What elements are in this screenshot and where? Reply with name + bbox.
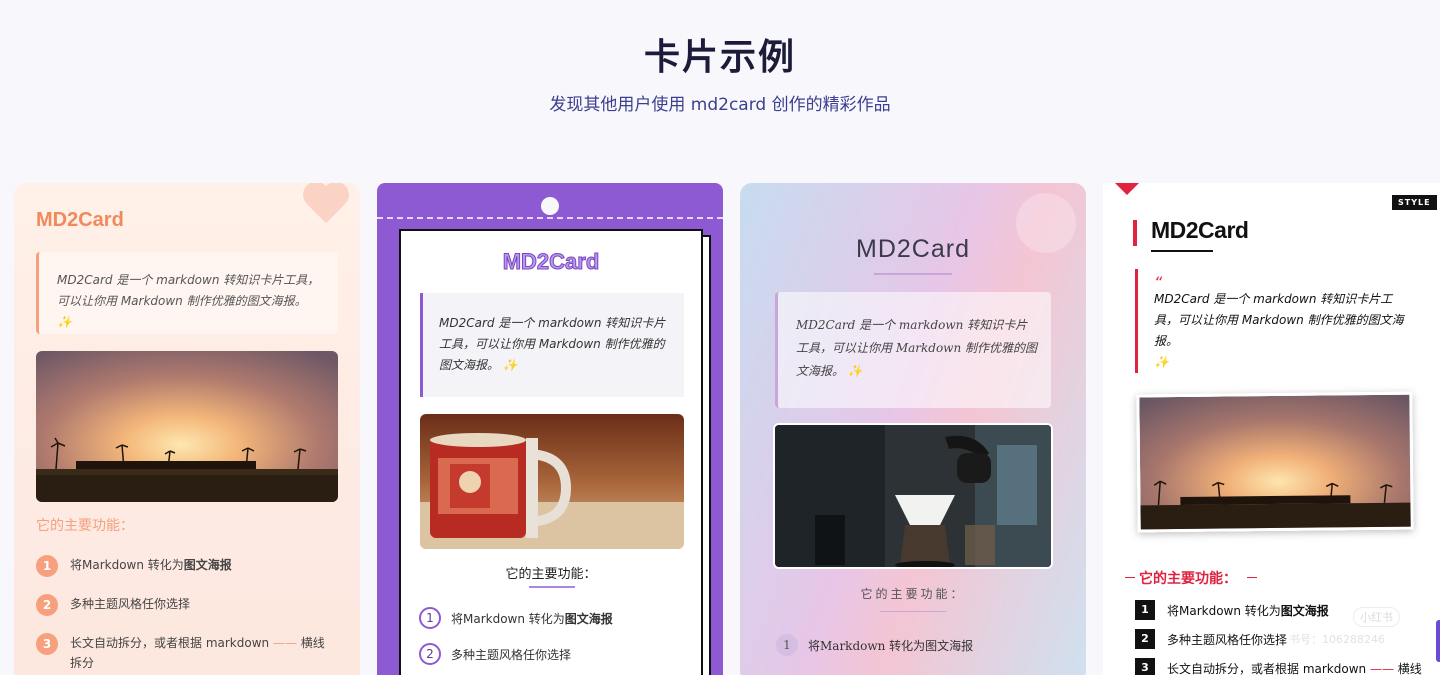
features-list: 1 将Markdown 转化为图文海报 <box>776 634 973 656</box>
list-item: 1 将Markdown 转化为图文海报 <box>36 555 336 577</box>
bookmark-icon <box>1115 183 1139 195</box>
sparkle-icon: ✨ <box>847 364 863 378</box>
quote-text: MD2Card 是一个 markdown 转知识卡片工具，可以让你用 Markd… <box>796 318 1037 378</box>
mug-photo <box>420 414 684 549</box>
card-brand: MD2Card <box>856 235 970 263</box>
card-quote: MD2Card 是一个 markdown 转知识卡片工具，可以让你用 Markd… <box>36 252 338 334</box>
card-quote: MD2Card 是一个 markdown 转知识卡片工具，可以让你用 Markd… <box>420 293 684 397</box>
sparkle-icon: ✨ <box>502 358 518 372</box>
page-title: 卡片示例 <box>643 37 796 78</box>
card-brand: MD2Card <box>1151 217 1249 243</box>
features-title: 它的主要功能： <box>505 567 597 582</box>
sparkle-icon: ✨ <box>57 315 72 329</box>
quote-mark-icon: “ <box>1154 273 1163 292</box>
card-sheet: MD2Card MD2Card 是一个 markdown 转知识卡片工具，可以让… <box>399 229 703 675</box>
example-card-peach[interactable]: MD2Card MD2Card 是一个 markdown 转知识卡片工具，可以让… <box>14 183 360 675</box>
features-title: 它的主要功能： <box>36 518 134 534</box>
features-list: 1 将Markdown 转化为图文海报 2 多种主题风格任你选择 3 长文自动拆… <box>36 555 336 675</box>
dashed-divider <box>377 217 723 219</box>
sunset-photo <box>1136 391 1414 533</box>
list-number: 3 <box>1135 658 1155 675</box>
page-subtitle: 发现其他用户使用 md2card 创作的精彩作品 <box>549 95 891 115</box>
style-tag: STYLE <box>1392 195 1437 210</box>
example-card-purple[interactable]: MD2Card MD2Card 是一个 markdown 转知识卡片工具，可以让… <box>377 183 723 675</box>
card-quote: MD2Card 是一个 markdown 转知识卡片工具，可以让你用 Markd… <box>775 292 1051 408</box>
features-title: 它的主要功能： <box>1139 571 1237 587</box>
list-item: 1 将Markdown 转化为图文海报 <box>419 607 689 629</box>
watermark-text: 书号：106288246 <box>1289 633 1385 646</box>
quote-text: MD2Card 是一个 markdown 转知识卡片工具，可以让你用 Markd… <box>57 273 320 308</box>
ticket-notch <box>541 197 559 215</box>
list-number: 1 <box>1135 600 1155 620</box>
side-tab[interactable] <box>1436 620 1440 662</box>
heart-icon <box>308 183 354 227</box>
list-number: 2 <box>1135 629 1155 649</box>
list-item: 2 多种主题风格任你选择 <box>1135 629 1435 649</box>
quote-text: MD2Card 是一个 markdown 转知识卡片工具，可以让你用 Markd… <box>1154 292 1404 348</box>
list-item: 2 多种主题风格任你选择 <box>36 594 336 616</box>
list-number: 2 <box>419 643 441 665</box>
list-item: 3 长文自动拆分，或者根据 markdown —— 横线 <box>1135 658 1435 675</box>
list-item: 1 将Markdown 转化为图文海报 <box>776 634 973 656</box>
list-item: 3 长文自动拆分，或者根据 markdown —— 横线拆分 <box>36 633 336 673</box>
features-title: 它的主要功能： <box>860 587 966 601</box>
list-number: 3 <box>36 633 58 655</box>
example-card-pastel[interactable]: MD2Card MD2Card 是一个 markdown 转知识卡片工具，可以让… <box>740 183 1086 675</box>
example-card-magazine[interactable]: STYLE MD2Card “ MD2Card 是一个 markdown 转知识… <box>1103 183 1440 675</box>
sparkle-icon: ✨ <box>1154 355 1169 369</box>
list-number: 2 <box>36 594 58 616</box>
quote-text: MD2Card 是一个 markdown 转知识卡片工具，可以让你用 Markd… <box>439 316 666 372</box>
card-brand: MD2Card <box>502 249 600 275</box>
card-quote: “ MD2Card 是一个 markdown 转知识卡片工具，可以让你用 Mar… <box>1135 269 1415 373</box>
card-brand: MD2Card <box>36 209 124 231</box>
sunset-photo <box>36 351 338 502</box>
watermark-badge: 小红书 <box>1353 607 1400 627</box>
list-item: 2 多种主题风格任你选择 <box>419 643 689 665</box>
coffee-photo <box>773 423 1053 569</box>
list-number: 1 <box>776 634 798 656</box>
list-number: 1 <box>419 607 441 629</box>
list-number: 1 <box>36 555 58 577</box>
features-list: 1 将Markdown 转化为图文海报 2 多种主题风格任你选择 <box>419 607 689 675</box>
